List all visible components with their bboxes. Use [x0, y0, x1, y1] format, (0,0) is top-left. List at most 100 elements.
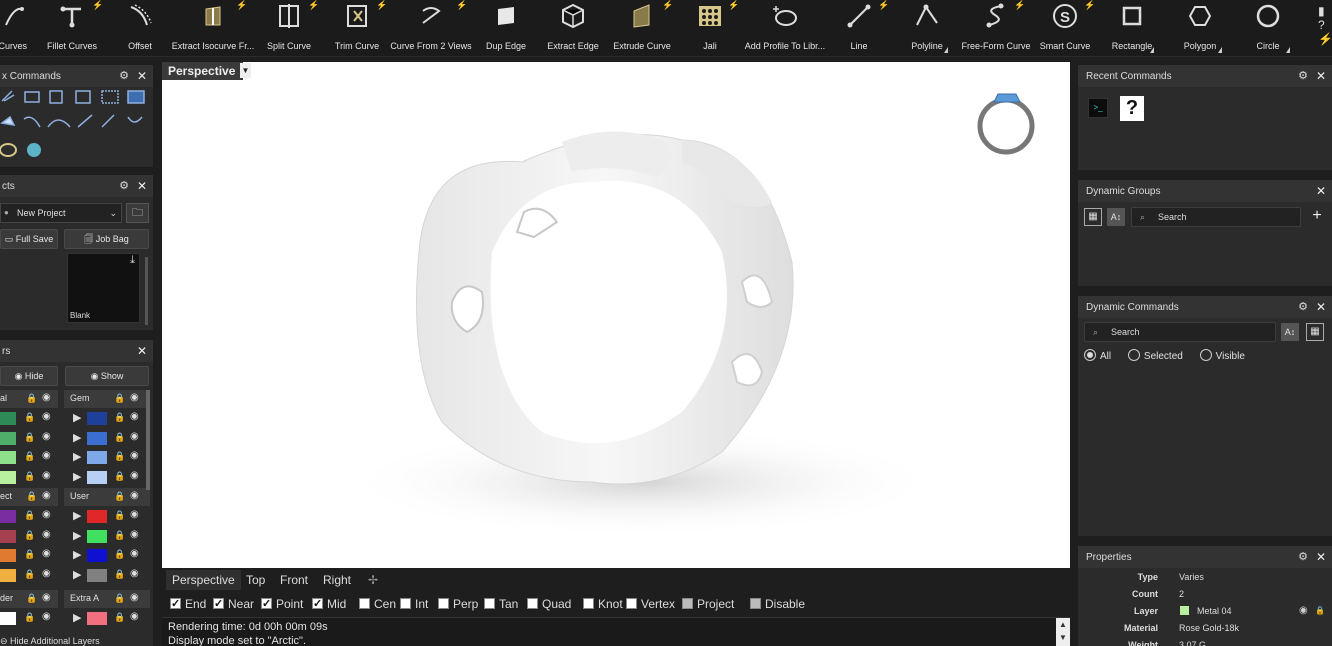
- full-save-button[interactable]: ▭ Full Save: [0, 229, 58, 249]
- lock-icon[interactable]: 🔒: [24, 510, 35, 521]
- snap-point[interactable]: Point: [261, 596, 303, 612]
- eye-icon[interactable]: ◉: [130, 392, 139, 403]
- lock-icon[interactable]: 🔒: [114, 491, 125, 502]
- lock-icon[interactable]: 🔒: [24, 451, 35, 462]
- eye-icon[interactable]: ◉: [42, 592, 51, 603]
- layer-color-swatch[interactable]: [87, 470, 107, 484]
- layer-group-header[interactable]: Gem 🔒 ◉: [64, 390, 150, 408]
- layer-row[interactable]: ▶ 🔒 ◉: [64, 449, 150, 467]
- eye-icon[interactable]: ◉: [1299, 605, 1308, 616]
- tool-free-form-curve[interactable]: ⚡ Free-Form Curve: [961, 0, 1030, 56]
- layer-row[interactable]: ▶ 🔒 ◉: [64, 508, 150, 526]
- eye-icon[interactable]: ◉: [130, 592, 139, 603]
- snap-int[interactable]: Int: [400, 596, 428, 612]
- layer-color-swatch[interactable]: [0, 612, 16, 625]
- layer-row[interactable]: 🔒 ◉: [0, 449, 58, 467]
- eye-icon[interactable]: ◉: [130, 411, 139, 422]
- export-icon[interactable]: ⤓: [130, 254, 135, 267]
- lock-icon[interactable]: 🔒: [114, 530, 125, 541]
- eye-icon[interactable]: ◉: [130, 490, 139, 501]
- history-scrollbar[interactable]: ▲ ▼: [1056, 618, 1070, 646]
- close-icon[interactable]: ✕: [137, 344, 147, 358]
- expand-arrow-icon[interactable]: ▶: [73, 431, 81, 444]
- lock-icon[interactable]: 🔒: [114, 510, 125, 521]
- layer-color-swatch[interactable]: [0, 431, 16, 445]
- layers-scrollbar[interactable]: [146, 390, 150, 490]
- snap-mid[interactable]: Mid: [312, 596, 346, 612]
- layer-row[interactable]: 🔒 ◉: [0, 547, 58, 565]
- lock-icon[interactable]: 🔒: [114, 593, 125, 604]
- tool-offset[interactable]: Offset: [120, 0, 160, 56]
- lock-icon[interactable]: 🔒: [26, 593, 37, 604]
- layer-row[interactable]: ▶ 🔒 ◉: [64, 528, 150, 546]
- groups-search-input[interactable]: ⌕ Search: [1131, 207, 1301, 227]
- layer-color-swatch[interactable]: [87, 612, 107, 625]
- eye-icon[interactable]: ◉: [130, 611, 139, 622]
- eye-icon[interactable]: ◉: [42, 568, 51, 579]
- lock-icon[interactable]: 🔒: [24, 612, 35, 623]
- layer-row[interactable]: 🔒 ◉: [0, 410, 58, 428]
- layer-group-header[interactable]: al 🔒 ◉: [0, 390, 58, 408]
- snap-vertex[interactable]: Vertex: [626, 596, 675, 612]
- layer-row[interactable]: 🔒 ◉: [0, 528, 58, 546]
- tool-split-curve[interactable]: ⚡ Split Curve: [267, 0, 319, 56]
- snap-disable[interactable]: Disable: [750, 596, 805, 612]
- eye-icon[interactable]: ◉: [42, 470, 51, 481]
- lock-icon[interactable]: 🔒: [114, 393, 125, 404]
- lock-icon[interactable]: 🔒: [114, 549, 125, 560]
- gear-icon[interactable]: ⚙: [119, 69, 129, 82]
- layer-color-swatch[interactable]: [87, 431, 107, 445]
- eye-icon[interactable]: ◉: [130, 509, 139, 520]
- close-icon[interactable]: ✕: [137, 179, 147, 193]
- calculator-icon[interactable]: ▦: [1306, 323, 1324, 341]
- tool-rectangle[interactable]: Rectangle: [1112, 0, 1154, 56]
- eye-icon[interactable]: ◉: [42, 509, 51, 520]
- layer-row[interactable]: 🔒 ◉: [0, 610, 58, 628]
- tool-add-profile[interactable]: Add Profile To Libr...: [745, 0, 825, 56]
- toolbar-overflow[interactable]: ▮? ⚡: [1318, 4, 1332, 48]
- layer-row[interactable]: ▶ 🔒 ◉: [64, 547, 150, 565]
- radio-all[interactable]: All: [1084, 349, 1111, 362]
- eye-icon[interactable]: ◉: [42, 411, 51, 422]
- eye-icon[interactable]: ◉: [130, 450, 139, 461]
- layer-row[interactable]: 🔒 ◉: [0, 430, 58, 448]
- layer-row[interactable]: ▶ 🔒 ◉: [64, 430, 150, 448]
- sort-az-icon[interactable]: A↕: [1107, 208, 1125, 226]
- eye-icon[interactable]: ◉: [130, 568, 139, 579]
- terminal-icon[interactable]: >_: [1088, 98, 1108, 118]
- close-icon[interactable]: ✕: [137, 69, 147, 83]
- layer-color-swatch[interactable]: [0, 412, 16, 425]
- close-icon[interactable]: ✕: [1316, 184, 1326, 198]
- lock-icon[interactable]: 🔒: [114, 569, 125, 580]
- layer-color-swatch[interactable]: [0, 470, 16, 484]
- layer-row[interactable]: ▶ 🔒 ◉: [64, 567, 150, 585]
- snap-cen[interactable]: Cen: [359, 596, 396, 612]
- layer-color-swatch[interactable]: [0, 451, 16, 464]
- expand-arrow-icon[interactable]: ▶: [73, 509, 81, 522]
- tool-line[interactable]: ⚡ Line: [838, 0, 889, 56]
- close-icon[interactable]: ✕: [1316, 550, 1326, 564]
- lock-icon[interactable]: 🔒: [24, 412, 35, 423]
- property-value[interactable]: Metal 04: [1197, 606, 1232, 616]
- expand-arrow-icon[interactable]: ▶: [73, 529, 81, 542]
- eye-icon[interactable]: ◉: [42, 548, 51, 559]
- job-bag-button[interactable]: 🗐 Job Bag: [64, 229, 149, 249]
- eye-icon[interactable]: ◉: [130, 548, 139, 559]
- tab-front[interactable]: Front: [274, 570, 314, 590]
- expand-arrow-icon[interactable]: ▶: [73, 568, 81, 581]
- layer-color-swatch[interactable]: [87, 549, 107, 562]
- eye-icon[interactable]: ◉: [130, 470, 139, 481]
- calculator-icon[interactable]: ▦: [1084, 208, 1102, 226]
- layer-group-header[interactable]: ect 🔒 ◉: [0, 488, 58, 506]
- help-icon[interactable]: ?: [1120, 96, 1144, 121]
- perspective-viewport[interactable]: Perspective ▼: [162, 62, 1070, 568]
- expand-arrow-icon[interactable]: ▶: [73, 470, 81, 483]
- lock-icon[interactable]: 🔒: [26, 491, 37, 502]
- tool-dup-edge[interactable]: Dup Edge: [486, 0, 526, 56]
- scrollbar[interactable]: [145, 257, 148, 325]
- tool-polyline[interactable]: Polyline: [906, 0, 948, 56]
- view-cube-gizmo[interactable]: [974, 88, 1038, 160]
- lock-icon[interactable]: 🔒: [114, 432, 125, 443]
- commands-search-input[interactable]: ⌕ Search: [1084, 322, 1276, 342]
- layer-color-swatch[interactable]: [0, 549, 16, 562]
